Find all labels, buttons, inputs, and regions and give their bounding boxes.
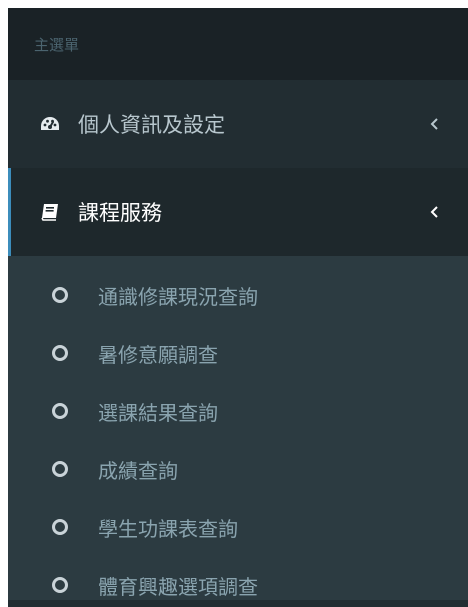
menu-item-personal-settings[interactable]: 個人資訊及設定 bbox=[8, 80, 468, 168]
circle-icon bbox=[52, 577, 68, 593]
menu-item-course-services[interactable]: 課程服務 bbox=[8, 168, 468, 256]
circle-icon bbox=[52, 519, 68, 535]
book-icon bbox=[38, 200, 62, 224]
submenu-item-grades[interactable]: 成績查詢 bbox=[8, 440, 468, 498]
submenu-item-label: 體育興趣選項調查 bbox=[98, 574, 258, 599]
submenu-item-enrollment-results[interactable]: 選課結果查詢 bbox=[8, 382, 468, 440]
circle-icon bbox=[52, 345, 68, 361]
submenu-item-label: 通識修課現況查詢 bbox=[98, 284, 258, 309]
chevron-left-icon bbox=[424, 113, 446, 135]
submenu-item-label: 成績查詢 bbox=[98, 458, 178, 483]
submenu-item-gened-status[interactable]: 通識修課現況查詢 bbox=[8, 266, 468, 324]
submenu-item-pe-survey[interactable]: 體育興趣選項調查 bbox=[8, 556, 468, 607]
menu-item-label: 個人資訊及設定 bbox=[78, 113, 225, 137]
submenu-item-label: 暑修意願調查 bbox=[98, 342, 218, 367]
sidebar: 主選單 個人資訊及設定 課程服務 通識修課現況查詢 暑修意願調查 選課結果查詢 … bbox=[8, 8, 468, 607]
chevron-left-icon bbox=[424, 201, 446, 223]
submenu-course-services: 通識修課現況查詢 暑修意願調查 選課結果查詢 成績查詢 學生功課表查詢 體育興趣… bbox=[8, 256, 468, 600]
circle-icon bbox=[52, 287, 68, 303]
submenu-item-label: 選課結果查詢 bbox=[98, 400, 218, 425]
submenu-item-label: 學生功課表查詢 bbox=[98, 516, 238, 541]
dashboard-icon bbox=[38, 112, 62, 136]
submenu-item-timetable[interactable]: 學生功課表查詢 bbox=[8, 498, 468, 556]
sidebar-header: 主選單 bbox=[8, 8, 468, 80]
submenu-item-summer-survey[interactable]: 暑修意願調查 bbox=[8, 324, 468, 382]
circle-icon bbox=[52, 461, 68, 477]
circle-icon bbox=[52, 403, 68, 419]
menu-item-label: 課程服務 bbox=[78, 201, 162, 225]
